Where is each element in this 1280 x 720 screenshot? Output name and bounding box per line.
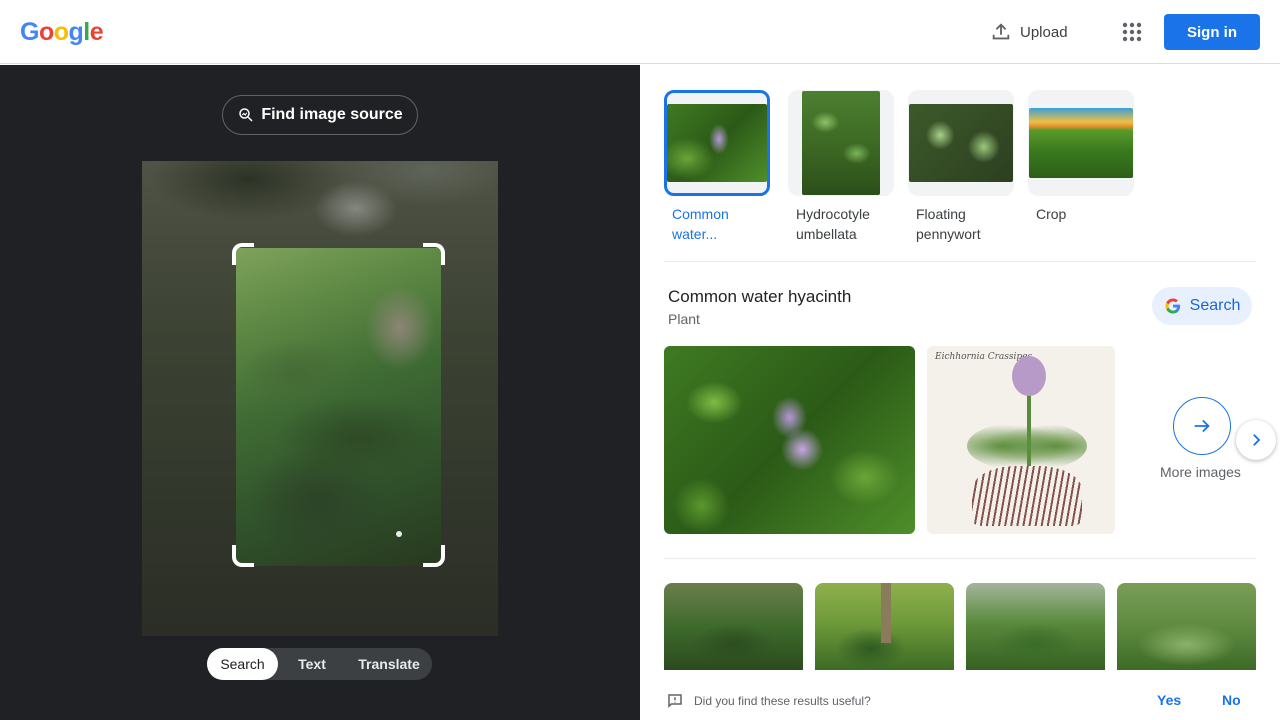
crop-selection-area[interactable] bbox=[236, 248, 441, 566]
feedback-bar: Did you find these results useful? Yes N… bbox=[640, 670, 1280, 720]
feedback-no-button[interactable]: No bbox=[1222, 692, 1241, 708]
visual-match-image[interactable] bbox=[966, 583, 1105, 671]
top-bar: Google Upload Sign in bbox=[0, 0, 1280, 64]
image-preview-panel: Find image source Search Text Translate bbox=[0, 65, 640, 720]
google-logo[interactable]: Google bbox=[20, 18, 104, 47]
focus-dot[interactable] bbox=[396, 531, 402, 537]
divider bbox=[664, 558, 1256, 559]
arrow-right-icon bbox=[1194, 419, 1210, 433]
crop-handle-bottom-right[interactable] bbox=[423, 545, 445, 567]
upload-button[interactable]: Upload bbox=[990, 18, 1068, 46]
logo-letter: G bbox=[20, 18, 39, 46]
chip-label: Common bbox=[672, 206, 729, 222]
chevron-right-icon bbox=[1253, 434, 1261, 446]
chip-thumbnail bbox=[1028, 90, 1134, 196]
chip-crop[interactable]: Crop bbox=[1028, 90, 1134, 224]
grid-dots-icon[interactable] bbox=[1120, 20, 1144, 44]
sign-in-button[interactable]: Sign in bbox=[1164, 14, 1260, 50]
crop-handle-top-right[interactable] bbox=[423, 243, 445, 265]
chip-common-water-hyacinth[interactable]: Common water... bbox=[664, 90, 770, 244]
upload-icon bbox=[992, 23, 1010, 40]
chip-label: Crop bbox=[1036, 206, 1067, 222]
visual-match-image[interactable] bbox=[815, 583, 954, 671]
divider bbox=[664, 261, 1256, 262]
chip-hydrocotyle-umbellata[interactable]: Hydrocotyle umbellata bbox=[788, 90, 894, 244]
entity-title: Common water hyacinth bbox=[668, 287, 852, 306]
logo-letter: g bbox=[68, 18, 84, 46]
chip-thumbnail bbox=[788, 90, 894, 196]
find-image-source-button[interactable]: Find image source bbox=[222, 95, 418, 135]
chip-label: umbellata bbox=[796, 226, 857, 242]
chip-label: Floating bbox=[916, 206, 966, 222]
chip-label: water... bbox=[672, 226, 718, 242]
feedback-question: Did you find these results useful? bbox=[694, 694, 871, 708]
mode-tabs: Search Text Translate bbox=[207, 648, 432, 680]
crop-handle-top-left[interactable] bbox=[232, 243, 254, 265]
upload-label: Upload bbox=[1020, 23, 1068, 41]
tab-translate[interactable]: Translate bbox=[346, 648, 432, 680]
logo-letter: o bbox=[38, 18, 54, 46]
result-image-hyacinth-illustration[interactable]: Eichhornia Crassipes bbox=[927, 346, 1115, 534]
result-image-hyacinth-photo[interactable] bbox=[664, 346, 915, 534]
feedback-yes-button[interactable]: Yes bbox=[1157, 692, 1181, 708]
chip-label: Hydrocotyle bbox=[796, 206, 870, 222]
visual-match-image[interactable] bbox=[664, 583, 803, 671]
chip-floating-pennywort[interactable]: Floating pennywort bbox=[908, 90, 1014, 244]
tab-search[interactable]: Search bbox=[207, 648, 278, 680]
feedback-icon bbox=[668, 694, 682, 709]
logo-letter: e bbox=[89, 18, 104, 46]
logo-letter: o bbox=[53, 18, 69, 46]
image-search-icon bbox=[239, 108, 253, 122]
chip-thumbnail bbox=[908, 90, 1014, 196]
entity-subtitle: Plant bbox=[668, 311, 700, 327]
visual-match-image[interactable] bbox=[1117, 583, 1256, 671]
results-panel: Common water... Hydrocotyle umbellata Fl… bbox=[640, 65, 1280, 720]
crop-handle-bottom-left[interactable] bbox=[232, 545, 254, 567]
more-images-label: More images bbox=[1160, 464, 1241, 480]
carousel-next-button[interactable] bbox=[1236, 420, 1276, 460]
google-g-icon bbox=[1165, 298, 1180, 314]
find-image-source-label: Find image source bbox=[261, 106, 403, 123]
chip-thumbnail bbox=[664, 90, 770, 196]
entity-search-label: Search bbox=[1189, 297, 1241, 314]
tab-text[interactable]: Text bbox=[278, 648, 346, 680]
chip-label: pennywort bbox=[916, 226, 981, 242]
uploaded-image bbox=[142, 161, 498, 636]
entity-search-button[interactable]: Search bbox=[1152, 287, 1252, 325]
more-images-button[interactable] bbox=[1173, 397, 1231, 455]
